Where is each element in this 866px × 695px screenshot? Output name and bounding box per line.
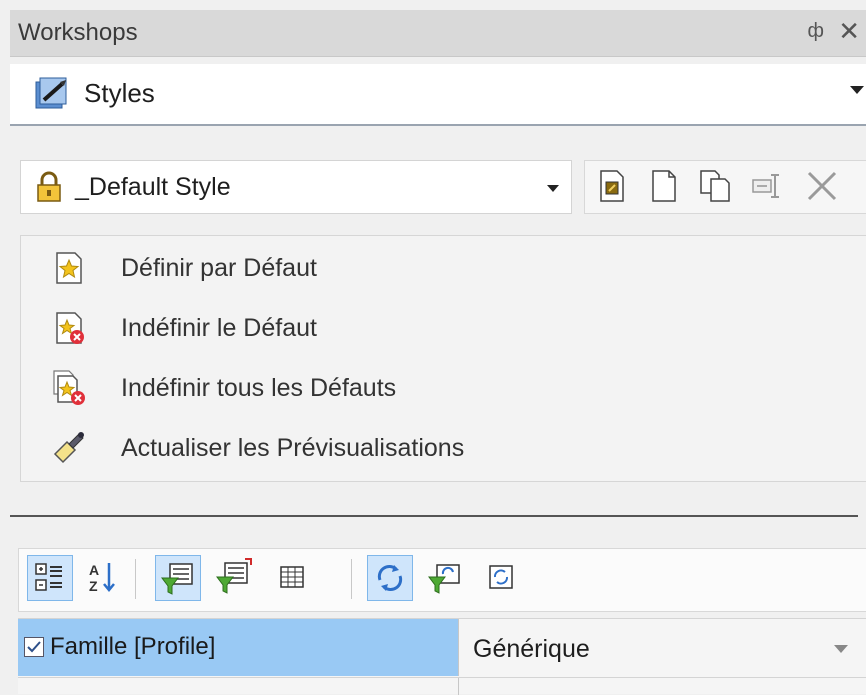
action-refresh-previews[interactable]: Actualiser les Prévisualisations: [21, 420, 866, 476]
action-label: Actualiser les Prévisualisations: [121, 434, 465, 462]
style-toolbar: [584, 160, 866, 214]
property-name-cell: [18, 678, 459, 695]
filter-refresh-icon: [428, 564, 460, 594]
rename-style-icon[interactable]: [749, 167, 787, 205]
checkmark-icon: [27, 641, 41, 653]
toolbar-separator: [135, 559, 136, 599]
sort-az-button[interactable]: A Z: [81, 555, 127, 601]
refresh-box-button[interactable]: [479, 555, 525, 601]
property-value-cell[interactable]: Générique: [459, 619, 866, 676]
panel-titlebar: Workshops ф ✕: [10, 10, 866, 57]
divider: [10, 515, 858, 517]
unset-default-icon: [56, 312, 84, 344]
property-grid: Famille [Profile] Générique: [18, 618, 866, 695]
pin-icon[interactable]: ф: [808, 20, 824, 43]
property-value: Générique: [473, 635, 590, 663]
svg-text:A: A: [89, 562, 99, 578]
action-unset-all-defaults[interactable]: Indéfinir tous les Défauts: [21, 360, 866, 416]
svg-text:Z: Z: [89, 578, 98, 594]
action-label: Définir par Défaut: [121, 254, 317, 282]
lock-icon: [37, 171, 61, 202]
property-row: [18, 677, 866, 695]
style-selector-value: _Default Style: [75, 173, 231, 201]
property-name: Famille [Profile]: [50, 633, 216, 660]
sort-az-icon: A Z: [89, 562, 115, 594]
workshop-selector-value: Styles: [84, 78, 155, 108]
duplicate-style-icon[interactable]: [697, 167, 735, 205]
categorized-icon: [35, 563, 62, 591]
edit-style-icon[interactable]: [593, 167, 631, 205]
property-name-cell[interactable]: Famille [Profile]: [18, 619, 459, 676]
style-actions-list: Définir par Défaut Indéfinir le Défaut I…: [20, 235, 866, 482]
close-icon[interactable]: ✕: [838, 16, 860, 47]
chevron-down-icon[interactable]: [547, 185, 559, 192]
delete-style-icon[interactable]: [803, 167, 841, 205]
grid-icon: [280, 566, 304, 588]
filter-refresh-button[interactable]: [423, 555, 469, 601]
styles-workshop-icon: [35, 77, 67, 109]
filter-grid-red-icon: [216, 558, 252, 594]
refresh-box-icon: [489, 565, 513, 589]
chevron-down-icon[interactable]: [834, 645, 848, 653]
new-style-icon[interactable]: [645, 167, 683, 205]
refresh-button[interactable]: [367, 555, 413, 601]
workshop-selector[interactable]: Styles: [10, 64, 866, 126]
filter-grid-button[interactable]: [155, 555, 201, 601]
action-label: Indéfinir tous les Défauts: [121, 374, 397, 402]
unset-all-defaults-icon: [53, 370, 85, 405]
chevron-down-icon[interactable]: [850, 86, 864, 94]
action-unset-default[interactable]: Indéfinir le Défaut: [21, 300, 866, 356]
property-checkbox[interactable]: [24, 637, 44, 657]
toolbar-separator: [351, 559, 352, 599]
style-selector[interactable]: _Default Style: [20, 160, 572, 214]
filter-grid-icon: [161, 563, 193, 595]
refresh-previews-icon: [53, 432, 84, 464]
panel-title: Workshops: [18, 19, 138, 46]
property-toolbar: A Z: [18, 548, 866, 612]
refresh-icon: [377, 564, 403, 592]
grid-button[interactable]: [269, 555, 315, 601]
categorized-button[interactable]: [27, 555, 73, 601]
action-label: Indéfinir le Défaut: [121, 314, 317, 342]
action-set-default[interactable]: Définir par Défaut: [21, 240, 866, 296]
set-default-icon: [56, 252, 82, 284]
filter-grid-red-button[interactable]: [211, 555, 257, 601]
